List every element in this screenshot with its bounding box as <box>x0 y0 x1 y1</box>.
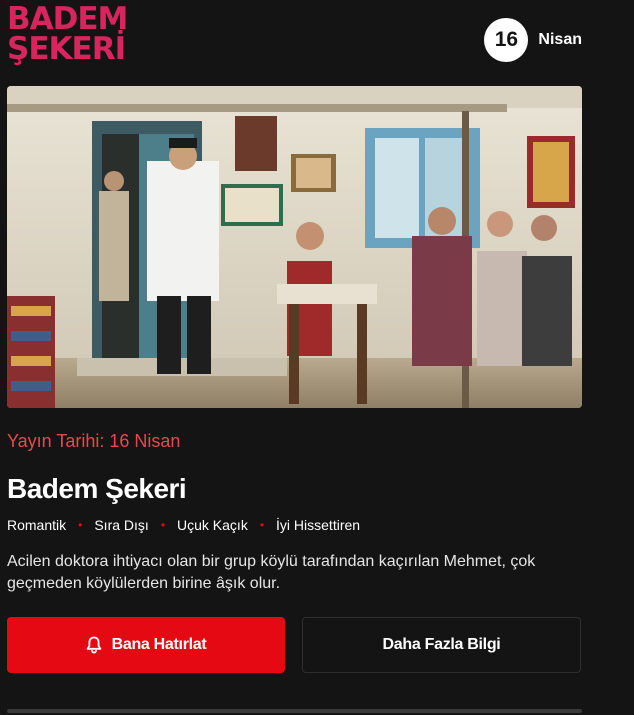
genre-tags: Romantik • Sıra Dışı • Uçuk Kaçık • İyi … <box>7 517 360 533</box>
release-date-text: Yayın Tarihi: 16 Nisan <box>7 431 181 451</box>
release-date-badge: 16 Nisan <box>484 18 582 62</box>
tag-item: Romantik <box>7 517 67 533</box>
hero-image[interactable] <box>7 86 582 408</box>
tag-separator: • <box>78 518 83 532</box>
more-info-label: Daha Fazla Bilgi <box>382 636 501 653</box>
tag-item: Uçuk Kaçık <box>177 517 248 533</box>
logo-line-1: BADEM <box>7 1 128 37</box>
release-month: Nisan <box>538 31 582 48</box>
show-description: Acilen doktora ihtiyacı olan bir grup kö… <box>7 553 536 592</box>
bottom-divider <box>7 709 582 713</box>
logo-line-2: ŞEKERİ <box>7 31 126 67</box>
bell-icon <box>86 636 102 654</box>
release-day: 16 <box>484 18 529 62</box>
more-info-button[interactable]: Daha Fazla Bilgi <box>302 617 581 673</box>
remind-me-label: Bana Hatırlat <box>111 636 207 653</box>
hero-scene <box>7 86 582 408</box>
tag-item: Sıra Dışı <box>94 517 149 533</box>
tag-item: İyi Hissettiren <box>276 517 361 533</box>
show-logo: BADEM ŞEKERİ <box>7 1 128 67</box>
remind-me-button[interactable]: Bana Hatırlat <box>7 617 285 673</box>
show-title: Badem Şekeri <box>7 473 187 504</box>
tag-separator: • <box>259 518 265 532</box>
tag-separator: • <box>160 518 166 532</box>
